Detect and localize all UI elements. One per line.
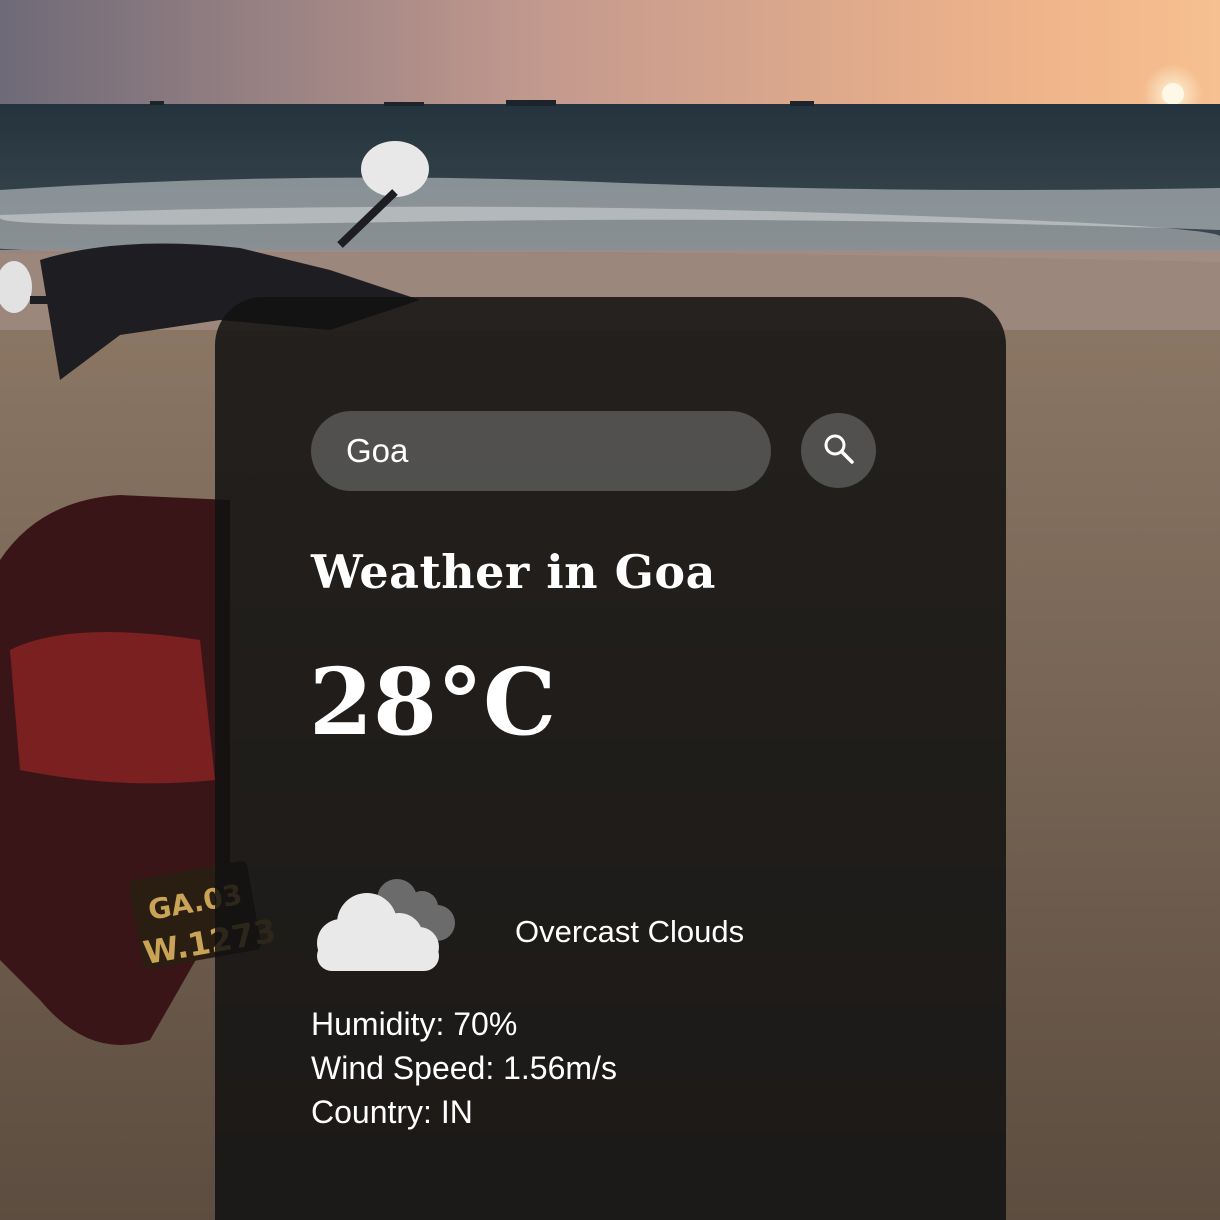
temperature: 28°C	[309, 648, 557, 756]
cloud-icon	[311, 875, 461, 975]
search-icon	[822, 432, 856, 469]
wind-speed-value: Wind Speed: 1.56m/s	[311, 1050, 617, 1086]
search-button[interactable]	[801, 413, 876, 488]
city-title: Weather in Goa	[311, 545, 716, 599]
country-value: Country: IN	[311, 1094, 473, 1130]
search-input[interactable]	[311, 411, 771, 491]
weather-details: Humidity: 70% Wind Speed: 1.56m/s Countr…	[311, 1002, 617, 1134]
weather-condition: Overcast Clouds	[515, 914, 745, 949]
search-bar	[311, 411, 881, 491]
weather-card: Weather in Goa 28°C Overcast Clouds Humi…	[215, 297, 1006, 1220]
humidity-value: Humidity: 70%	[311, 1006, 518, 1042]
